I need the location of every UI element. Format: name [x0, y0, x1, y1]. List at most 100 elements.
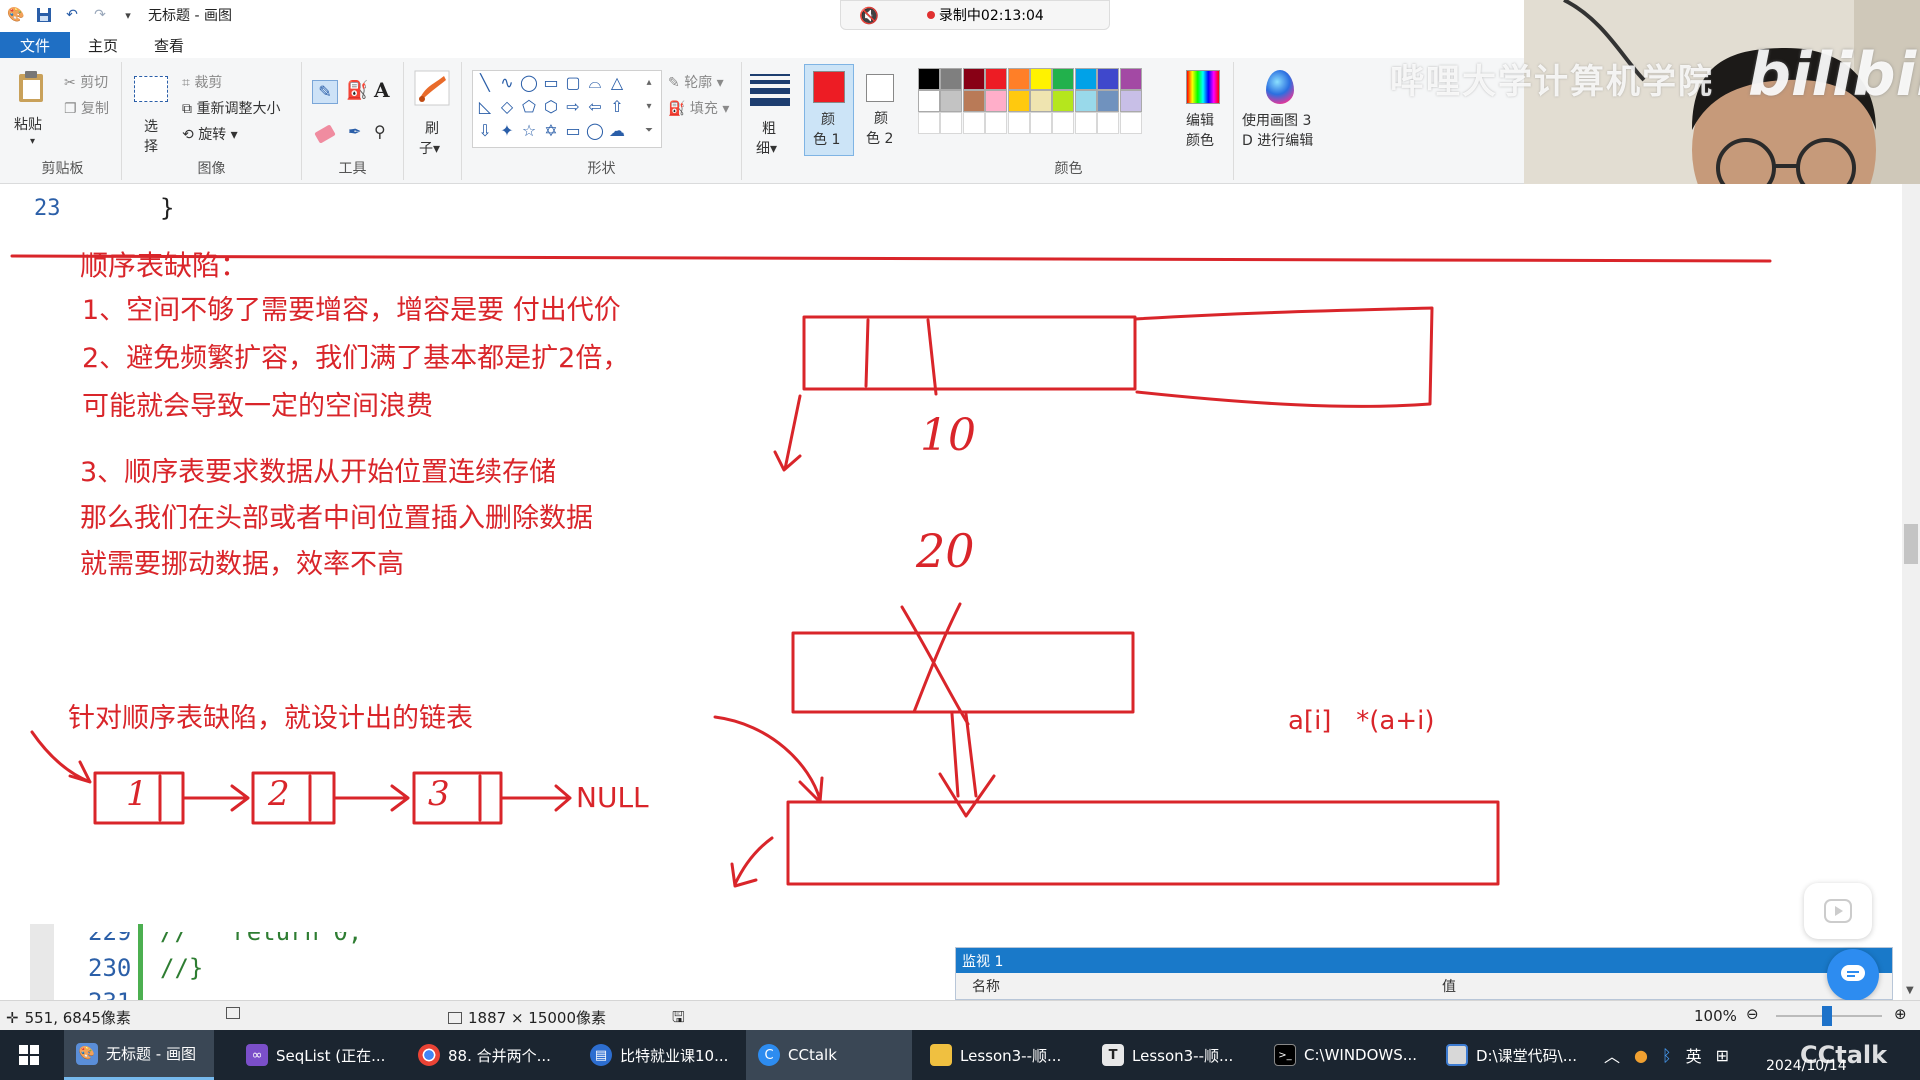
color1-button[interactable]: 颜 色 1: [804, 64, 854, 156]
taskbar-app-cmd[interactable]: >_ C:\WINDOWS...: [1262, 1030, 1428, 1080]
tab-home[interactable]: 主页: [70, 32, 136, 58]
custom-color-slot[interactable]: [985, 112, 1008, 134]
drawing-canvas[interactable]: 23 } 顺序表缺陷： 1、空间不够了需要增容，增容是要 付出代价 2、避免频繁…: [0, 184, 1902, 1000]
palette-swatch[interactable]: [940, 68, 963, 90]
pentagon-shape-icon[interactable]: ⬠: [519, 97, 539, 117]
palette-swatch[interactable]: [918, 90, 940, 112]
taskbar-app-bit[interactable]: ▤ 比特就业课10...: [578, 1030, 744, 1080]
custom-color-slot[interactable]: [940, 112, 963, 134]
palette-swatch[interactable]: [1119, 90, 1142, 112]
down-arrow-shape-icon[interactable]: ⇩: [475, 121, 495, 141]
custom-color-slot[interactable]: [1007, 112, 1030, 134]
right-triangle-shape-icon[interactable]: ◺: [475, 97, 495, 117]
shapes-scroll-down-icon[interactable]: ▾: [639, 97, 659, 117]
tray-app-icon[interactable]: ●: [1634, 1046, 1648, 1065]
undo-icon[interactable]: ↶: [62, 5, 82, 25]
watch-col-value[interactable]: 值: [1434, 976, 1456, 996]
taskbar-app-chrome[interactable]: 88. 合并两个...: [406, 1030, 572, 1080]
size-label-1[interactable]: 粗: [762, 118, 776, 138]
callout-rect-icon[interactable]: ▭: [563, 121, 583, 141]
copy-button[interactable]: ❐ 复制: [64, 98, 109, 118]
rotate-button[interactable]: ⟲ 旋转 ▾: [182, 124, 238, 144]
diamond-shape-icon[interactable]: ◇: [497, 97, 517, 117]
scroll-down-icon[interactable]: ▼: [1906, 985, 1914, 996]
zoom-in-icon[interactable]: ⊕: [1894, 1005, 1907, 1023]
palette-swatch[interactable]: [1119, 68, 1142, 90]
palette-swatch[interactable]: [985, 68, 1008, 90]
magnifier-icon[interactable]: ⚲: [374, 122, 386, 141]
zoom-slider-thumb[interactable]: [1822, 1006, 1832, 1026]
callout-cloud-icon[interactable]: ☁: [607, 121, 627, 141]
custom-color-slot[interactable]: [918, 112, 940, 134]
palette-swatch[interactable]: [1074, 68, 1097, 90]
polygon-shape-icon[interactable]: ⌓: [585, 73, 605, 93]
resize-button[interactable]: ⧉ 重新调整大小: [182, 98, 280, 118]
vertical-scrollbar[interactable]: ▼: [1902, 184, 1920, 1000]
custom-color-slot[interactable]: [1030, 112, 1052, 134]
fill-button[interactable]: ⛽ 填充 ▾: [668, 98, 729, 118]
chat-bubble[interactable]: [1827, 949, 1879, 1001]
left-arrow-shape-icon[interactable]: ⇦: [585, 97, 605, 117]
paint3d-button[interactable]: 使用画图 3 D 进行编辑: [1234, 64, 1326, 156]
paste-dropdown-icon[interactable]: ▾: [30, 136, 35, 147]
triangle-shape-icon[interactable]: △: [607, 73, 627, 93]
eraser-icon[interactable]: [314, 124, 336, 144]
tab-view[interactable]: 查看: [136, 32, 202, 58]
tray-expand-icon[interactable]: ︿: [1604, 1043, 1620, 1067]
ime-indicator[interactable]: 英: [1686, 1043, 1702, 1067]
watch-col-name[interactable]: 名称: [956, 976, 1434, 996]
scrollbar-thumb[interactable]: [1904, 524, 1918, 564]
four-point-star-icon[interactable]: ✦: [497, 121, 517, 141]
taskbar-app-typora[interactable]: T Lesson3--顺...: [1090, 1030, 1256, 1080]
palette-swatch[interactable]: [1052, 90, 1075, 112]
callout-oval-icon[interactable]: ◯: [585, 121, 605, 141]
zoom-out-icon[interactable]: ⊖: [1746, 1005, 1759, 1023]
taskbar-app-cctalk[interactable]: C CCtalk: [746, 1030, 912, 1080]
six-point-star-icon[interactable]: ✡: [541, 121, 561, 141]
edit-colors-button[interactable]: 编辑 颜色: [1176, 64, 1230, 156]
up-arrow-shape-icon[interactable]: ⇧: [607, 97, 627, 117]
custom-color-slot[interactable]: [962, 112, 985, 134]
select-label[interactable]: 选: [144, 116, 158, 136]
custom-color-slot[interactable]: [1097, 112, 1120, 134]
custom-color-slot[interactable]: [1119, 112, 1142, 134]
palette-swatch[interactable]: [1007, 68, 1030, 90]
taskbar-app-folder[interactable]: Lesson3--顺...: [918, 1030, 1084, 1080]
start-button[interactable]: [0, 1030, 58, 1080]
brushes-label-1[interactable]: 刷: [425, 118, 439, 138]
palette-swatch[interactable]: [1030, 90, 1052, 112]
watch-title[interactable]: 监视 1: [956, 948, 1892, 973]
save-icon[interactable]: [34, 5, 54, 25]
redo-icon[interactable]: ↷: [90, 5, 110, 25]
select-label-2[interactable]: 择: [144, 136, 158, 156]
paint-app-icon[interactable]: 🎨: [6, 5, 26, 25]
paste-icon[interactable]: [14, 68, 50, 104]
size-label-2[interactable]: 细▾: [756, 138, 777, 158]
color-picker-icon[interactable]: ✒: [348, 122, 361, 141]
custom-color-slot[interactable]: [1074, 112, 1097, 134]
right-arrow-shape-icon[interactable]: ⇨: [563, 97, 583, 117]
rectangle-shape-icon[interactable]: ▭: [541, 73, 561, 93]
palette-swatch[interactable]: [1052, 68, 1075, 90]
brush-icon[interactable]: [414, 70, 450, 106]
text-tool-icon[interactable]: A: [374, 78, 390, 102]
brushes-label-2[interactable]: 子▾: [419, 138, 440, 158]
mute-icon[interactable]: 🔇: [859, 6, 879, 25]
color2-button[interactable]: 颜 色 2: [856, 64, 906, 156]
shapes-gallery[interactable]: ╲ ∿ ◯ ▭ ▢ ⌓ △ ◺ ◇ ⬠ ⬡ ⇨ ⇦ ⇧ ⇩ ✦ ☆ ✡ ▭ ◯: [472, 70, 662, 148]
hexagon-shape-icon[interactable]: ⬡: [541, 97, 561, 117]
palette-swatch[interactable]: [1074, 90, 1097, 112]
outline-button[interactable]: ✎ 轮廓 ▾: [668, 72, 724, 92]
palette-swatch[interactable]: [1097, 68, 1120, 90]
cut-button[interactable]: ✂ 剪切: [64, 72, 108, 92]
palette-swatch[interactable]: [1030, 68, 1052, 90]
taskbar-app-explorer[interactable]: D:\课堂代码\...: [1434, 1030, 1600, 1080]
paste-button[interactable]: 粘贴: [14, 114, 42, 134]
shapes-expand-icon[interactable]: ⏷: [639, 121, 659, 141]
ime-mode-icon[interactable]: ⊞: [1716, 1046, 1729, 1065]
rounded-rect-shape-icon[interactable]: ▢: [563, 73, 583, 93]
palette-swatch[interactable]: [1097, 90, 1120, 112]
play-bubble[interactable]: [1804, 883, 1872, 939]
five-point-star-icon[interactable]: ☆: [519, 121, 539, 141]
taskbar-app-visual-studio[interactable]: ∞ SeqList (正在...: [234, 1030, 400, 1080]
